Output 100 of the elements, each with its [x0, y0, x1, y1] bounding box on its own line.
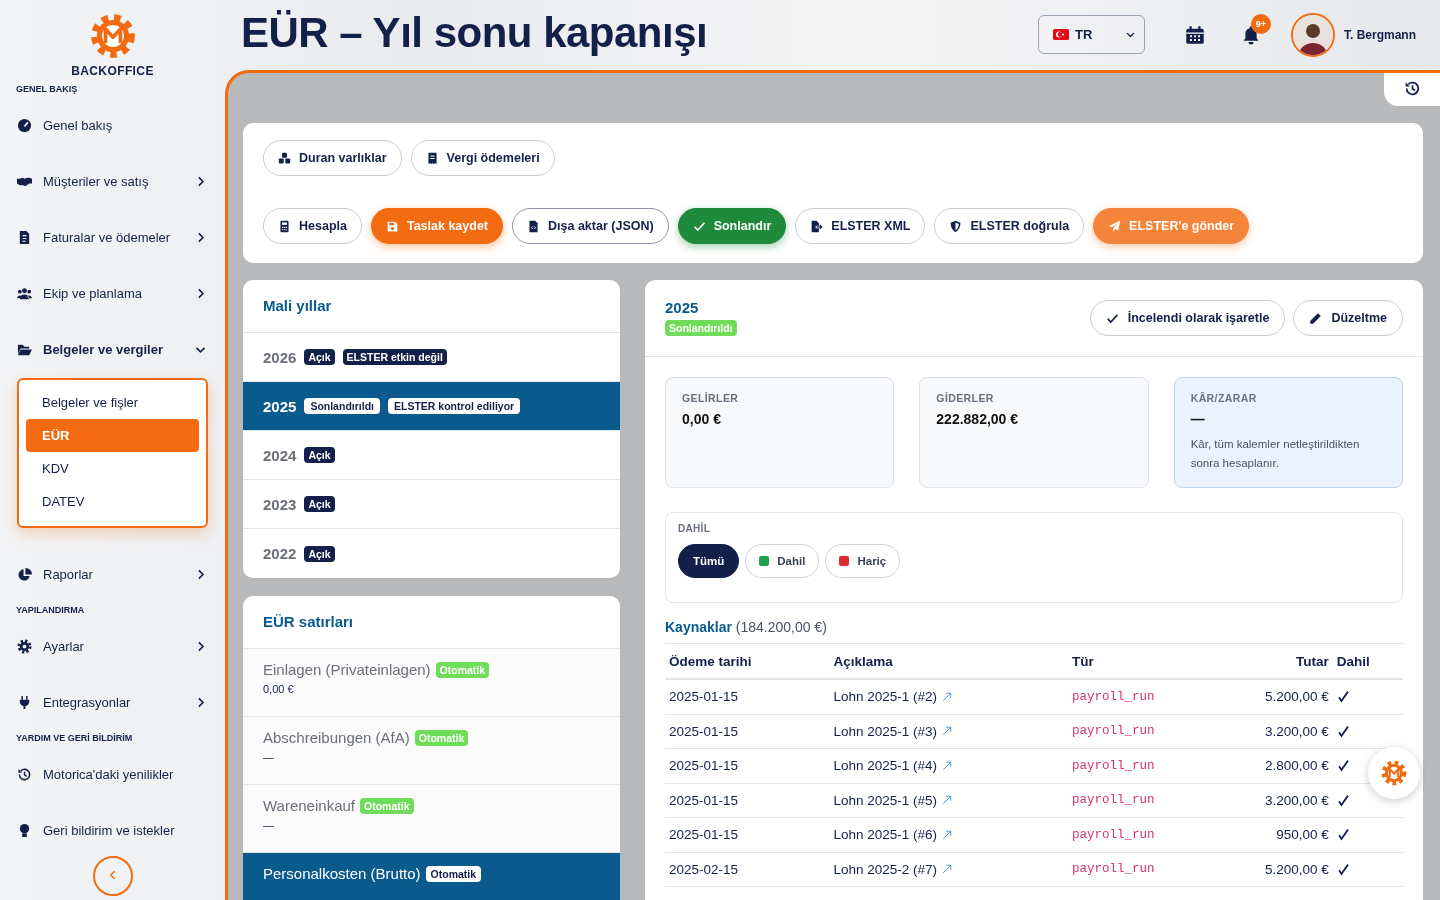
- table-cell: payroll_run: [1068, 714, 1229, 749]
- external-link-icon: [941, 794, 953, 807]
- table-cell: payroll_run: [1068, 817, 1229, 852]
- action-button[interactable]: Dışa aktar (JSON): [512, 208, 669, 244]
- sidebar-item[interactable]: Genel bakış: [0, 97, 225, 153]
- year-label: 2024: [263, 446, 297, 464]
- receipt-icon: [425, 151, 439, 165]
- table-cell: Lohn 2025-1 (#5): [833, 792, 937, 808]
- table-cell: 2025-02-15: [665, 852, 830, 887]
- action-button[interactable]: Sonlandır: [677, 208, 787, 244]
- table-cell: payroll_run: [1068, 852, 1229, 887]
- table-cell: Lohn 2025-2 (#7): [833, 861, 937, 877]
- pie-chart-icon: [17, 566, 32, 582]
- line-row[interactable]: Einlagen (Privateinlagen) Otomatik 0,00 €: [243, 649, 620, 717]
- sidebar-item[interactable]: Faturalar ve ödemeler: [0, 209, 225, 265]
- stat-value: —: [1190, 411, 1205, 427]
- column-header: Ödeme tarihi: [665, 643, 830, 679]
- line-row[interactable]: Personalkosten (Brutto) Otomatik: [243, 853, 620, 900]
- stat-value: 222.882,00 €: [936, 411, 1019, 427]
- user-avatar[interactable]: [1291, 13, 1335, 57]
- brand-name: BACKOFFICE: [71, 64, 154, 78]
- line-amount: —: [263, 819, 274, 831]
- submenu-item[interactable]: Belgeler ve fişler: [26, 386, 199, 419]
- flag-icon: [1053, 28, 1069, 40]
- submenu-item[interactable]: DATEV: [26, 485, 199, 518]
- history-icon: [17, 766, 32, 782]
- table-cell: 2025-01-15: [665, 783, 830, 818]
- table-cell: 3.200,00 €: [1228, 714, 1333, 749]
- line-label: Wareneinkauf: [263, 797, 355, 814]
- cubes-icon: [278, 151, 291, 165]
- calendar-button[interactable]: [1185, 25, 1205, 45]
- year-row[interactable]: 2023 Açık: [243, 480, 620, 529]
- stat-value: 0,00 €: [682, 411, 721, 427]
- external-link-icon: [941, 863, 953, 876]
- year-label: 2026: [263, 348, 297, 366]
- action-button[interactable]: Vergi ödemeleri: [410, 140, 555, 176]
- sidebar-item[interactable]: Geri bildirim ve istekler: [0, 802, 225, 858]
- action-button[interactable]: ELSTER XML: [795, 208, 926, 244]
- sidebar-item[interactable]: Belgeler ve vergiler: [0, 321, 225, 377]
- external-link-icon: [941, 690, 953, 703]
- line-row[interactable]: Abschreibungen (AfA) Otomatik —: [243, 717, 620, 785]
- year-label: 2025: [263, 397, 297, 415]
- stat-label: KÂR/ZARAR: [1190, 392, 1257, 404]
- history-button[interactable]: [1384, 73, 1440, 106]
- sidebar-item[interactable]: Raporlar: [0, 546, 225, 602]
- notification-count: 9+: [1251, 14, 1271, 34]
- auto-badge: Otomatik: [414, 729, 469, 746]
- table-cell: Lohn 2025-1 (#4): [833, 758, 937, 774]
- column-header: Dahil: [1332, 643, 1403, 679]
- action-button[interactable]: Hesapla: [263, 208, 362, 244]
- sources-heading: Kaynaklar (184.200,00 €): [665, 619, 828, 637]
- collapse-button[interactable]: [92, 856, 133, 896]
- lightbulb-icon: [17, 822, 32, 838]
- external-link-icon: [941, 759, 953, 772]
- line-row[interactable]: Wareneinkauf Otomatik —: [243, 785, 620, 853]
- invoice-icon: [17, 229, 32, 245]
- table-cell: payroll_run: [1068, 748, 1229, 783]
- pencil-icon: [1309, 311, 1323, 325]
- table-cell: payroll_run: [1068, 783, 1229, 818]
- action-button[interactable]: Duran varlıklar: [263, 140, 402, 176]
- save-icon: [385, 219, 399, 233]
- sidebar-item[interactable]: Ayarlar: [0, 618, 225, 674]
- filter-chip[interactable]: Tümü: [678, 544, 740, 578]
- users-icon: [17, 285, 32, 301]
- sidebar-item[interactable]: Müşteriler ve satış: [0, 153, 225, 209]
- sidebar-item[interactable]: Entegrasyonlar: [0, 674, 225, 730]
- status-badge: Açık: [304, 447, 335, 463]
- section-heading: GENEL BAKIŞ: [15, 83, 79, 96]
- language-select[interactable]: TR: [1038, 14, 1145, 54]
- submenu-item[interactable]: KDV: [26, 452, 199, 485]
- table-cell: 5.200,00 €: [1228, 852, 1333, 887]
- year-row[interactable]: 2024 Açık: [243, 431, 620, 480]
- column-header: Açıklama: [829, 643, 1069, 679]
- page-title: EÜR – Yıl sonu kapanışı: [241, 9, 709, 58]
- status-badge: Açık: [304, 545, 335, 562]
- card-title: Mali yıllar: [243, 280, 620, 333]
- stat-note: Kâr, tüm kalemler netleştirildikten sonra hesaplanır.: [1190, 437, 1361, 471]
- year-row[interactable]: 2025 Sonlandırıldı ELSTER kontrol ediliyor: [243, 382, 620, 431]
- notifications-button[interactable]: [1241, 25, 1261, 45]
- logo-icon: [89, 13, 136, 59]
- file-code-icon: [527, 219, 541, 233]
- auto-badge: Otomatik: [360, 797, 414, 814]
- paper-plane-icon: [1108, 219, 1122, 233]
- history-icon: [1403, 79, 1421, 97]
- table-cell: 5.200,00 €: [1228, 679, 1333, 714]
- sidebar-item[interactable]: Motorica'daki yenilikler: [0, 746, 225, 802]
- settings-icon: [17, 638, 32, 654]
- section-heading: YAPILANDIRMA: [15, 604, 86, 617]
- line-amount: —: [263, 751, 274, 763]
- sidebar-item[interactable]: Ekip ve planlama: [0, 265, 225, 321]
- column-header: Tutar: [1228, 643, 1333, 679]
- external-link-icon: [941, 828, 953, 841]
- column-header: Tür: [1068, 643, 1229, 679]
- year-heading: 2025: [665, 298, 699, 316]
- stat-label: GİDERLER: [936, 392, 994, 404]
- table-cell: 2.800,00 €: [1228, 748, 1333, 783]
- calculator-icon: [278, 219, 291, 233]
- line-label: Personalkosten (Brutto): [263, 865, 421, 882]
- year-row[interactable]: 2022 Açık: [243, 529, 620, 578]
- action-button[interactable]: ELSTER doğrula: [934, 208, 1085, 244]
